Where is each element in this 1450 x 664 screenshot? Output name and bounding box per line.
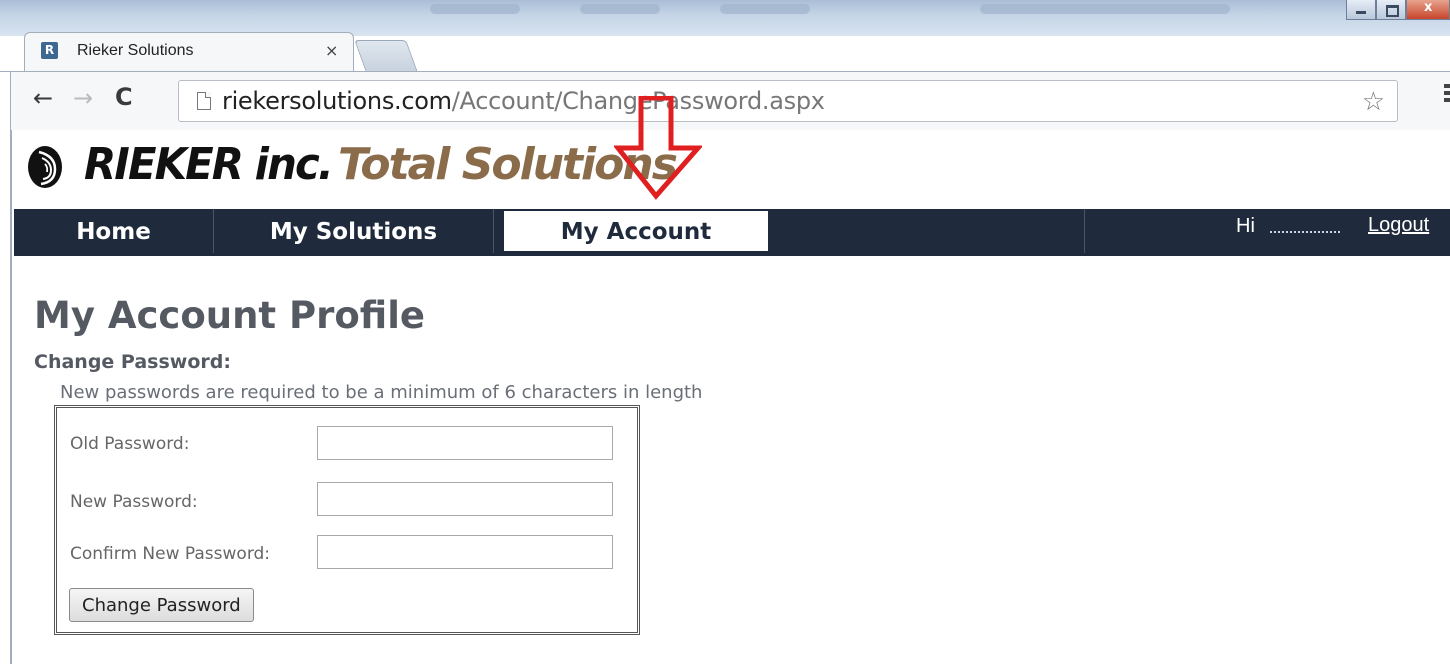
url-text[interactable]: riekersolutions.com/Account/ChangePasswo… <box>222 87 825 115</box>
nav-my-account[interactable]: My Account <box>504 211 768 251</box>
site-nav-bar: Home My Solutions My Account Hi Logout <box>14 209 1450 256</box>
new-password-input[interactable] <box>317 482 613 516</box>
nav-divider <box>1084 209 1085 253</box>
confirm-password-input[interactable] <box>317 535 613 569</box>
new-password-label: New Password: <box>70 492 198 512</box>
redacted-username <box>1270 223 1340 233</box>
maximize-button[interactable] <box>1376 0 1406 20</box>
viewport-edge <box>10 130 12 664</box>
logo-brand-text: RIEKER inc. <box>84 139 334 190</box>
old-password-input[interactable] <box>317 426 613 460</box>
tab-close-icon[interactable]: × <box>325 41 338 60</box>
rieker-logo-icon <box>28 146 62 188</box>
blurred-window-title <box>980 4 1230 14</box>
favicon-icon: R <box>41 42 58 59</box>
nav-my-solutions[interactable]: My Solutions <box>214 209 494 253</box>
nav-home[interactable]: Home <box>14 209 214 253</box>
change-password-button[interactable]: Change Password <box>69 588 254 622</box>
old-password-label: Old Password: <box>70 434 190 454</box>
blurred-background-tab <box>720 4 810 14</box>
new-tab-button[interactable] <box>354 40 418 72</box>
address-bar[interactable]: riekersolutions.com/Account/ChangePasswo… <box>178 80 1398 122</box>
site-logo[interactable]: RIEKER inc. Total Solutions <box>20 132 1440 210</box>
bookmark-star-icon[interactable]: ☆ <box>1362 87 1385 117</box>
change-password-form: Old Password: New Password: Confirm New … <box>54 405 640 635</box>
browser-titlebar <box>0 0 1450 36</box>
section-title: Change Password: <box>34 351 231 373</box>
password-hint: New passwords are required to be a minim… <box>60 382 703 403</box>
logout-link[interactable]: Logout <box>1368 214 1429 237</box>
confirm-password-label: Confirm New Password: <box>70 544 271 564</box>
browser-menu-icon[interactable] <box>1444 84 1450 104</box>
page-title: My Account Profile <box>34 294 425 337</box>
browser-toolbar: ← → C riekersolutions.com/Account/Change… <box>10 72 1450 130</box>
tab-title: Rieker Solutions <box>77 42 194 59</box>
user-greeting: Hi <box>1236 215 1255 237</box>
reload-icon[interactable]: C <box>115 85 133 109</box>
minimize-button[interactable] <box>1346 0 1376 20</box>
close-window-button[interactable] <box>1406 0 1450 20</box>
blurred-background-tab <box>430 4 520 14</box>
window-controls <box>1346 0 1450 22</box>
page-icon <box>197 92 211 110</box>
browser-tab-active[interactable]: R Rieker Solutions × <box>24 32 354 72</box>
blurred-background-tab <box>580 4 660 14</box>
red-down-arrow-icon <box>614 96 702 200</box>
back-arrow-icon[interactable]: ← <box>33 86 53 110</box>
url-host: riekersolutions.com <box>222 87 452 115</box>
forward-arrow-icon[interactable]: → <box>73 86 93 110</box>
